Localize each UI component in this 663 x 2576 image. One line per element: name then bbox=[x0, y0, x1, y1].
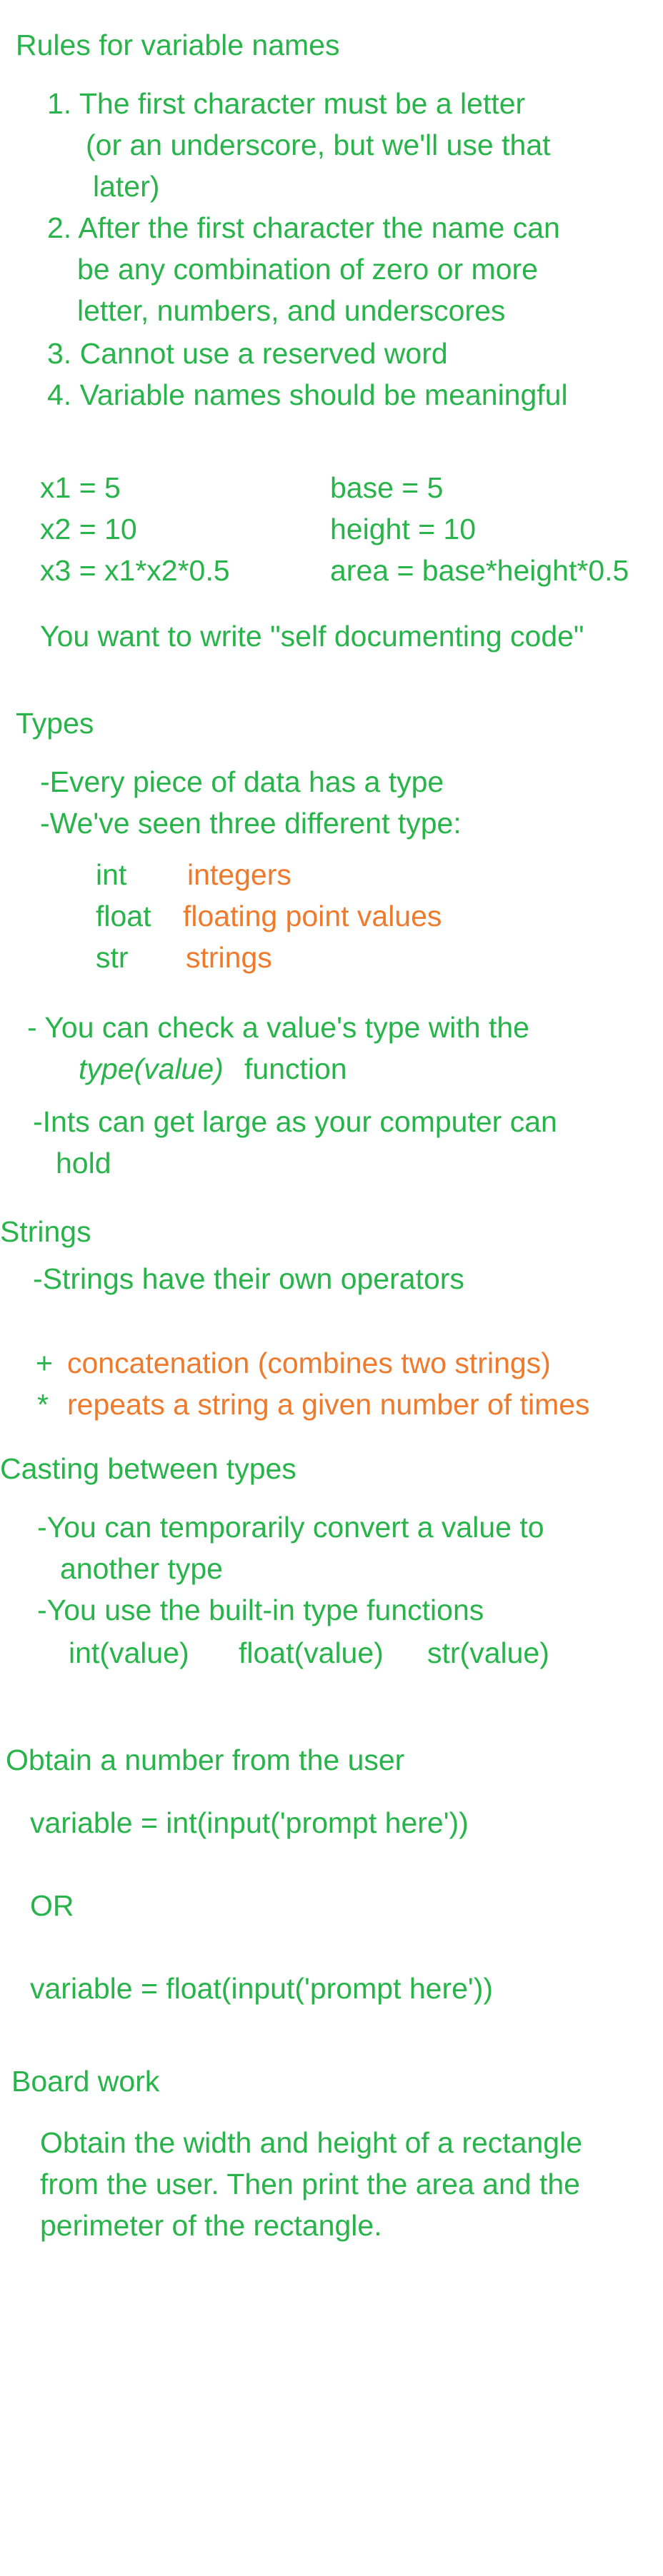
input-code-int: variable = int(input('prompt here')) bbox=[30, 1806, 469, 1839]
casting-heading: Casting between types bbox=[0, 1452, 296, 1485]
strings-line-1: -Strings have their own operators bbox=[33, 1262, 464, 1295]
page: { "variable_rules": { "heading": "Rules … bbox=[0, 0, 663, 2576]
op-star-symbol: * bbox=[37, 1388, 49, 1421]
board-work-heading: Board work bbox=[11, 2065, 160, 2098]
input-or: OR bbox=[30, 1889, 74, 1922]
op-star-desc: repeats a string a given number of times bbox=[67, 1388, 590, 1421]
type-desc-float: floating point values bbox=[183, 900, 442, 932]
example-right-1: base = 5 bbox=[330, 471, 444, 504]
type-check-suffix: function bbox=[244, 1052, 347, 1085]
cast-func-str: str(value) bbox=[427, 1636, 549, 1669]
board-work-line-3: perimeter of the rectangle. bbox=[40, 2209, 382, 2242]
type-name-str: str bbox=[96, 941, 129, 974]
types-heading: Types bbox=[16, 707, 94, 740]
type-desc-str: strings bbox=[186, 941, 272, 974]
strings-heading: Strings bbox=[0, 1215, 91, 1248]
op-plus-desc: concatenation (combines two strings) bbox=[67, 1347, 551, 1379]
casting-line-3: -You use the built-in type functions bbox=[37, 1594, 484, 1626]
types-line-1: -Every piece of data has a type bbox=[40, 765, 444, 798]
op-plus-symbol: + bbox=[36, 1347, 53, 1379]
type-check-line: - You can check a value's type with the bbox=[27, 1011, 529, 1044]
rule-2-line-2: be any combination of zero or more bbox=[77, 253, 538, 286]
board-work-line-1: Obtain the width and height of a rectang… bbox=[40, 2126, 583, 2159]
example-left-2: x2 = 10 bbox=[40, 513, 137, 545]
example-left-3: x3 = x1*x2*0.5 bbox=[40, 554, 230, 587]
type-name-int: int bbox=[96, 858, 127, 891]
example-left-1: x1 = 5 bbox=[40, 471, 121, 504]
ints-line-1: -Ints can get large as your computer can bbox=[33, 1105, 557, 1138]
input-heading: Obtain a number from the user bbox=[6, 1744, 405, 1776]
rule-1-line-1: 1. The first character must be a letter bbox=[47, 87, 526, 120]
rule-2-line-3: letter, numbers, and underscores bbox=[77, 294, 506, 327]
example-right-2: height = 10 bbox=[330, 513, 477, 545]
casting-line-2: another type bbox=[60, 1552, 223, 1585]
rules-heading: Rules for variable names bbox=[16, 29, 340, 61]
rule-1-line-2: (or an underscore, but we'll use that bbox=[86, 129, 551, 161]
type-desc-int: integers bbox=[187, 858, 291, 891]
type-check-func: type(value) bbox=[79, 1052, 224, 1085]
board-work-line-2: from the user. Then print the area and t… bbox=[40, 2168, 580, 2200]
types-line-2: -We've seen three different type: bbox=[40, 807, 462, 840]
rule-4: 4. Variable names should be meaningful bbox=[47, 378, 568, 411]
rule-3: 3. Cannot use a reserved word bbox=[47, 337, 448, 370]
input-code-float: variable = float(input('prompt here')) bbox=[30, 1972, 494, 2005]
rule-1-line-3: later) bbox=[93, 170, 160, 203]
example-right-3: area = base*height*0.5 bbox=[330, 554, 629, 587]
type-name-float: float bbox=[96, 900, 151, 932]
cast-func-float: float(value) bbox=[239, 1636, 384, 1669]
casting-line-1: -You can temporarily convert a value to bbox=[37, 1511, 544, 1544]
self-doc-note: You want to write "self documenting code… bbox=[40, 620, 584, 653]
ints-line-2: hold bbox=[56, 1147, 111, 1179]
rule-2-line-1: 2. After the first character the name ca… bbox=[47, 211, 560, 244]
cast-func-int: int(value) bbox=[69, 1636, 189, 1669]
